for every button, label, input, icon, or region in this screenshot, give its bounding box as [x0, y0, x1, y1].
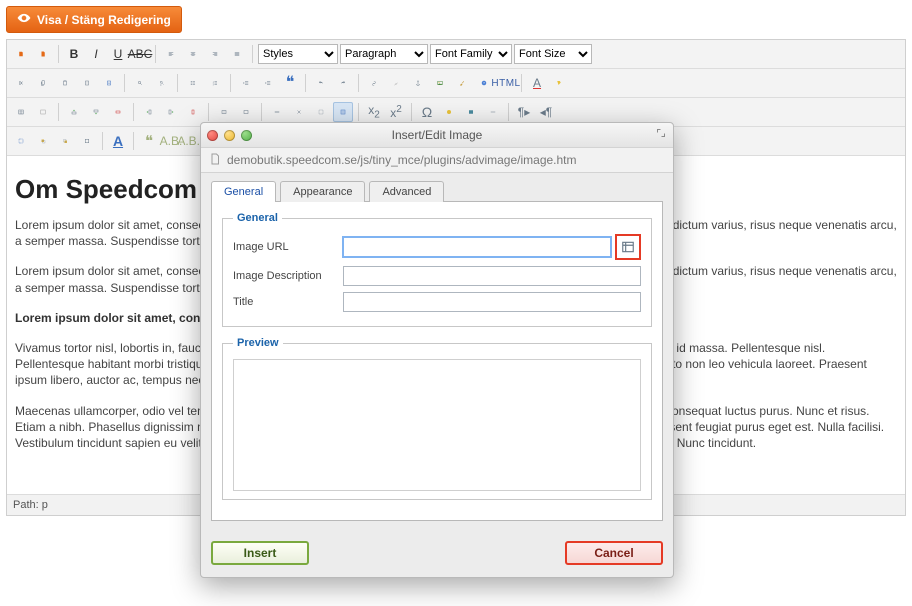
- layer-back-button[interactable]: [55, 131, 75, 151]
- delete-row-button[interactable]: [108, 102, 128, 122]
- table-props-button[interactable]: [33, 102, 53, 122]
- undo-button[interactable]: [311, 73, 331, 93]
- layer-button[interactable]: [11, 131, 31, 151]
- backcolor-button[interactable]: [549, 73, 569, 93]
- dialog-title: Insert/Edit Image: [201, 128, 673, 142]
- dialog-tabs: General Appearance Advanced: [211, 181, 663, 202]
- paste-button[interactable]: [55, 73, 75, 93]
- browse-button[interactable]: [615, 234, 641, 260]
- row-before-button[interactable]: [64, 102, 84, 122]
- advhr-button[interactable]: [483, 102, 503, 122]
- underline-button[interactable]: U: [108, 44, 128, 64]
- svg-text:T: T: [86, 83, 88, 85]
- font-family-select[interactable]: Font Family: [430, 44, 512, 64]
- redo-button[interactable]: [333, 73, 353, 93]
- image-url-label: Image URL: [233, 241, 343, 253]
- col-before-button[interactable]: [139, 102, 159, 122]
- dialog-url-bar: demobutik.speedcom.se/js/tiny_mce/plugin…: [201, 148, 673, 173]
- hr-button[interactable]: [267, 102, 287, 122]
- dialog-panel: General Image URL Image Description Ti: [211, 201, 663, 521]
- col-after-button[interactable]: [161, 102, 181, 122]
- cancel-button[interactable]: Cancel: [565, 541, 663, 565]
- eye-icon: [17, 11, 31, 28]
- delete-col-button[interactable]: [183, 102, 203, 122]
- toggle-edit-label: Visa / Stäng Redigering: [37, 13, 171, 27]
- tab-appearance[interactable]: Appearance: [280, 181, 365, 202]
- page-icon: [209, 152, 221, 169]
- fieldset-general: General Image URL Image Description Ti: [222, 212, 652, 327]
- media-button[interactable]: [461, 102, 481, 122]
- bullet-list-button[interactable]: [183, 73, 203, 93]
- split-cells-button[interactable]: [214, 102, 234, 122]
- number-list-button[interactable]: 123: [205, 73, 225, 93]
- tab-advanced[interactable]: Advanced: [369, 181, 444, 202]
- paste-text-button[interactable]: T: [77, 73, 97, 93]
- layer-forward-button[interactable]: [33, 131, 53, 151]
- image-url-input[interactable]: [343, 237, 611, 257]
- image-desc-input[interactable]: [343, 266, 641, 286]
- svg-text:3: 3: [213, 84, 214, 86]
- rtl-button[interactable]: ◂¶: [536, 102, 556, 122]
- fieldset-general-legend: General: [233, 212, 282, 224]
- new-doc-icon[interactable]: [33, 44, 53, 64]
- image-title-input[interactable]: [343, 292, 641, 312]
- toggle-borders-button[interactable]: [333, 102, 353, 122]
- tab-general[interactable]: General: [211, 181, 276, 202]
- cut-button[interactable]: [11, 73, 31, 93]
- copy-button[interactable]: [33, 73, 53, 93]
- bold-button[interactable]: B: [64, 44, 84, 64]
- fieldset-preview-legend: Preview: [233, 337, 283, 349]
- preview-box: [233, 359, 641, 491]
- find-button[interactable]: [130, 73, 150, 93]
- code-button[interactable]: HTML: [496, 73, 516, 93]
- toolbar-row-2: T W 123 ❝ ? HTML A: [7, 69, 905, 98]
- replace-button[interactable]: [152, 73, 172, 93]
- merge-cells-button[interactable]: [236, 102, 256, 122]
- dialog-titlebar[interactable]: Insert/Edit Image: [201, 123, 673, 148]
- superscript-button[interactable]: x2: [386, 102, 406, 122]
- outdent-button[interactable]: [236, 73, 256, 93]
- font-size-select[interactable]: Font Size: [514, 44, 592, 64]
- fieldset-preview: Preview: [222, 337, 652, 500]
- cite-button[interactable]: ❝: [139, 131, 159, 151]
- maximize-icon[interactable]: [655, 127, 667, 142]
- row-after-button[interactable]: [86, 102, 106, 122]
- unlink-button[interactable]: [386, 73, 406, 93]
- insert-image-dialog: Insert/Edit Image demobutik.speedcom.se/…: [200, 122, 674, 578]
- align-left-button[interactable]: [161, 44, 181, 64]
- abs-layer-button[interactable]: [77, 131, 97, 151]
- forecolor-button[interactable]: A: [527, 73, 547, 93]
- table-button[interactable]: [11, 102, 31, 122]
- toolbar-row-1: B I U ABC Styles Paragraph Font Family F…: [7, 40, 905, 69]
- ltr-button[interactable]: ¶▸: [514, 102, 534, 122]
- char-map-button[interactable]: Ω: [417, 102, 437, 122]
- save-icon[interactable]: [11, 44, 31, 64]
- align-center-button[interactable]: [183, 44, 203, 64]
- style-props-button[interactable]: A: [108, 131, 128, 151]
- strike-button[interactable]: ABC: [130, 44, 150, 64]
- dialog-url: demobutik.speedcom.se/js/tiny_mce/plugin…: [227, 153, 577, 167]
- visual-aid-button[interactable]: [311, 102, 331, 122]
- toggle-edit-button[interactable]: Visa / Stäng Redigering: [6, 6, 182, 33]
- italic-button[interactable]: I: [86, 44, 106, 64]
- image-desc-label: Image Description: [233, 270, 343, 282]
- anchor-button[interactable]: [408, 73, 428, 93]
- paste-word-button[interactable]: W: [99, 73, 119, 93]
- blockquote-button[interactable]: ❝: [280, 73, 300, 93]
- styles-select[interactable]: Styles: [258, 44, 338, 64]
- subscript-button[interactable]: x2: [364, 102, 384, 122]
- align-justify-button[interactable]: [227, 44, 247, 64]
- svg-text:W: W: [108, 83, 110, 85]
- format-select[interactable]: Paragraph: [340, 44, 428, 64]
- image-button[interactable]: [430, 73, 450, 93]
- image-title-label: Title: [233, 296, 343, 308]
- remove-format-button[interactable]: [289, 102, 309, 122]
- emotions-button[interactable]: [439, 102, 459, 122]
- indent-button[interactable]: [258, 73, 278, 93]
- insert-button[interactable]: Insert: [211, 541, 309, 565]
- align-right-button[interactable]: [205, 44, 225, 64]
- link-button[interactable]: [364, 73, 384, 93]
- cleanup-button[interactable]: [452, 73, 472, 93]
